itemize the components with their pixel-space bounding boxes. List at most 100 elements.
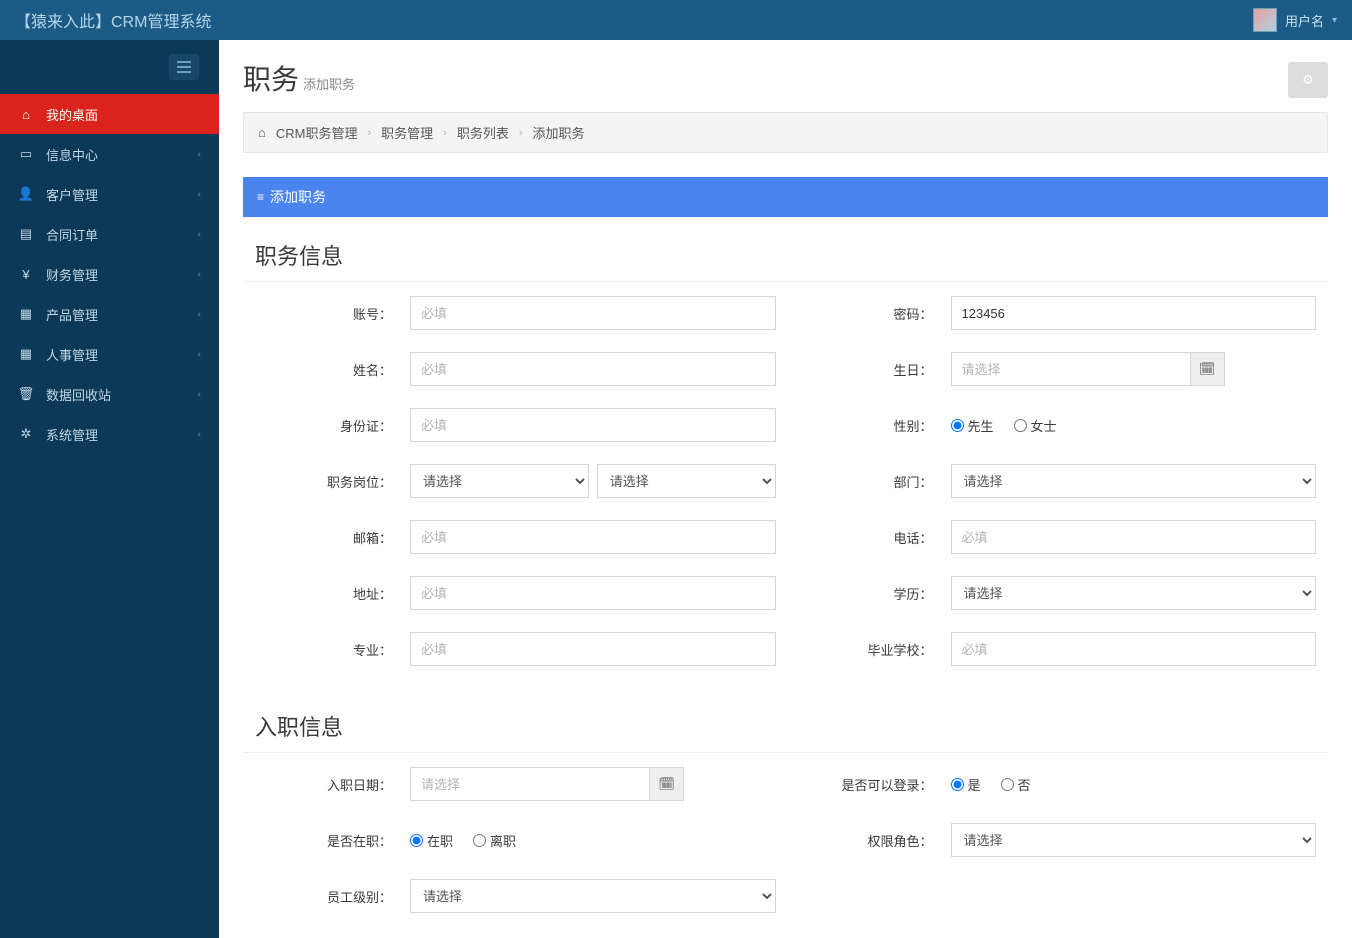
label-name: 姓名： (255, 360, 410, 379)
sidebar-item-2[interactable]: 👤 客户管理 ‹ (0, 174, 219, 214)
credit-icon: ▭ (18, 146, 34, 162)
account-input[interactable] (410, 296, 776, 330)
sidebar-toggle-area (0, 40, 219, 94)
settings-gear-button[interactable]: ⚙ (1288, 62, 1328, 98)
education-select[interactable]: 请选择 (951, 576, 1317, 610)
sidebar-item-4[interactable]: ¥财务管理‹ (0, 254, 219, 294)
sidebar-item-label: 系统管理 (46, 425, 98, 444)
chevron-left-icon: ‹ (198, 389, 201, 400)
chevron-left-icon: ‹ (198, 429, 201, 440)
panel-header: ≡ 添加职务 (243, 177, 1328, 217)
chevron-right-icon: › (367, 127, 371, 139)
position-select-1[interactable]: 请选择 (410, 464, 589, 498)
calendar-button[interactable]: 🗓 (650, 767, 684, 801)
label-phone: 电话： (796, 528, 951, 547)
level-select[interactable]: 请选择 (410, 879, 776, 913)
major-input[interactable] (410, 632, 776, 666)
sidebar-item-label: 产品管理 (46, 305, 98, 324)
label-gender: 性别： (796, 416, 951, 435)
email-input[interactable] (410, 520, 776, 554)
department-select[interactable]: 请选择 (951, 464, 1317, 498)
label-entrydate: 入职日期： (255, 775, 410, 794)
sidebar-item-6[interactable]: ▦人事管理‹ (0, 334, 219, 374)
book-icon: ▤ (18, 226, 34, 242)
breadcrumb-item[interactable]: 职务管理 (381, 123, 433, 142)
onjob-radio-on[interactable]: 在职 (410, 831, 453, 850)
gear-icon: ⚙ (1302, 72, 1314, 88)
phone-input[interactable] (951, 520, 1317, 554)
chevron-left-icon: ‹ (198, 229, 201, 240)
gender-radio-male[interactable]: 先生 (951, 416, 994, 435)
sidebar-item-label: 合同订单 (46, 225, 98, 244)
name-input[interactable] (410, 352, 776, 386)
sidebar-item-3[interactable]: ▤ 合同订单 ‹ (0, 214, 219, 254)
trash-icon: 🗑 (18, 386, 34, 402)
breadcrumb-item[interactable]: CRM职务管理 (276, 123, 358, 142)
grid-icon: ▦ (18, 306, 34, 322)
sidebar-item-7[interactable]: 🗑 数据回收站 ‹ (0, 374, 219, 414)
gender-radio-female[interactable]: 女士 (1014, 416, 1057, 435)
calendar-button[interactable]: 🗓 (1191, 352, 1225, 386)
home-icon: ⌂ (258, 125, 266, 140)
sidebar-item-label: 人事管理 (46, 345, 98, 364)
position-select-2[interactable]: 请选择 (597, 464, 776, 498)
password-input[interactable] (951, 296, 1317, 330)
chevron-left-icon: ‹ (198, 189, 201, 200)
onjob-radio-off[interactable]: 离职 (473, 831, 516, 850)
avatar (1253, 8, 1277, 32)
app-brand: 【猿来入此】CRM管理系统 (15, 8, 211, 32)
label-level: 员工级别： (255, 887, 410, 906)
label-password: 密码： (796, 304, 951, 323)
role-select[interactable]: 请选择 (951, 823, 1317, 857)
calendar-icon: 🗓 (658, 776, 675, 792)
chevron-left-icon: ‹ (198, 149, 201, 160)
cog-icon: ✲ (18, 426, 34, 442)
sidebar-item-label: 我的桌面 (46, 105, 98, 124)
label-role: 权限角色： (796, 831, 951, 850)
sidebar-item-8[interactable]: ✲ 系统管理 ‹ (0, 414, 219, 454)
label-email: 邮箱： (255, 528, 410, 547)
main-content: 职务添加职务 ⚙ ⌂ CRM职务管理 › 职务管理 › 职务列表 › 添加职务 … (219, 40, 1352, 938)
sidebar-item-0[interactable]: ⌂ 我的桌面 (0, 94, 219, 134)
sidebar-item-label: 客户管理 (46, 185, 98, 204)
chevron-left-icon: ‹ (198, 349, 201, 360)
breadcrumb: ⌂ CRM职务管理 › 职务管理 › 职务列表 › 添加职务 (243, 112, 1328, 153)
canlogin-radio-no[interactable]: 否 (1001, 775, 1031, 794)
section-title-info: 职务信息 (243, 217, 1328, 282)
label-school: 毕业学校： (796, 640, 951, 659)
idcard-input[interactable] (410, 408, 776, 442)
sidebar-item-label: 信息中心 (46, 145, 98, 164)
sidebar-item-label: 财务管理 (46, 265, 98, 284)
label-canlogin: 是否可以登录： (796, 775, 951, 794)
calendar-icon: 🗓 (1199, 361, 1216, 377)
sidebar-item-1[interactable]: ▭ 信息中心 ‹ (0, 134, 219, 174)
chevron-right-icon: › (519, 127, 523, 139)
person-icon: 👤 (18, 186, 34, 202)
sidebar-item-label: 数据回收站 (46, 385, 111, 404)
birthday-input[interactable] (951, 352, 1191, 386)
sidebar-item-5[interactable]: ▦ 产品管理 ‹ (0, 294, 219, 334)
chevron-right-icon: › (443, 127, 447, 139)
sidebar: ⌂我的桌面▭信息中心‹👤客户管理‹▤合同订单‹¥财务管理‹▦产品管理‹▦人事管理… (0, 40, 219, 938)
entrydate-input[interactable] (410, 767, 650, 801)
school-input[interactable] (951, 632, 1317, 666)
menu-icon: ≡ (257, 190, 264, 204)
page-title: 职务添加职务 (243, 58, 355, 98)
breadcrumb-item: 添加职务 (533, 123, 585, 142)
label-account: 账号： (255, 304, 410, 323)
label-education: 学历： (796, 584, 951, 603)
hamburger-button[interactable] (169, 54, 199, 80)
user-menu[interactable]: 用户名 ▾ (1253, 8, 1337, 32)
home-icon: ⌂ (18, 107, 34, 122)
section-title-entry: 入职信息 (243, 688, 1328, 753)
label-idcard: 身份证： (255, 416, 410, 435)
label-onjob: 是否在职： (255, 831, 410, 850)
yen-icon: ¥ (18, 267, 34, 282)
chevron-left-icon: ‹ (198, 309, 201, 320)
panel-title: 添加职务 (270, 187, 326, 207)
address-input[interactable] (410, 576, 776, 610)
label-position: 职务岗位： (255, 472, 410, 491)
breadcrumb-item[interactable]: 职务列表 (457, 123, 509, 142)
canlogin-radio-yes[interactable]: 是 (951, 775, 981, 794)
chevron-down-icon: ▾ (1332, 15, 1337, 26)
